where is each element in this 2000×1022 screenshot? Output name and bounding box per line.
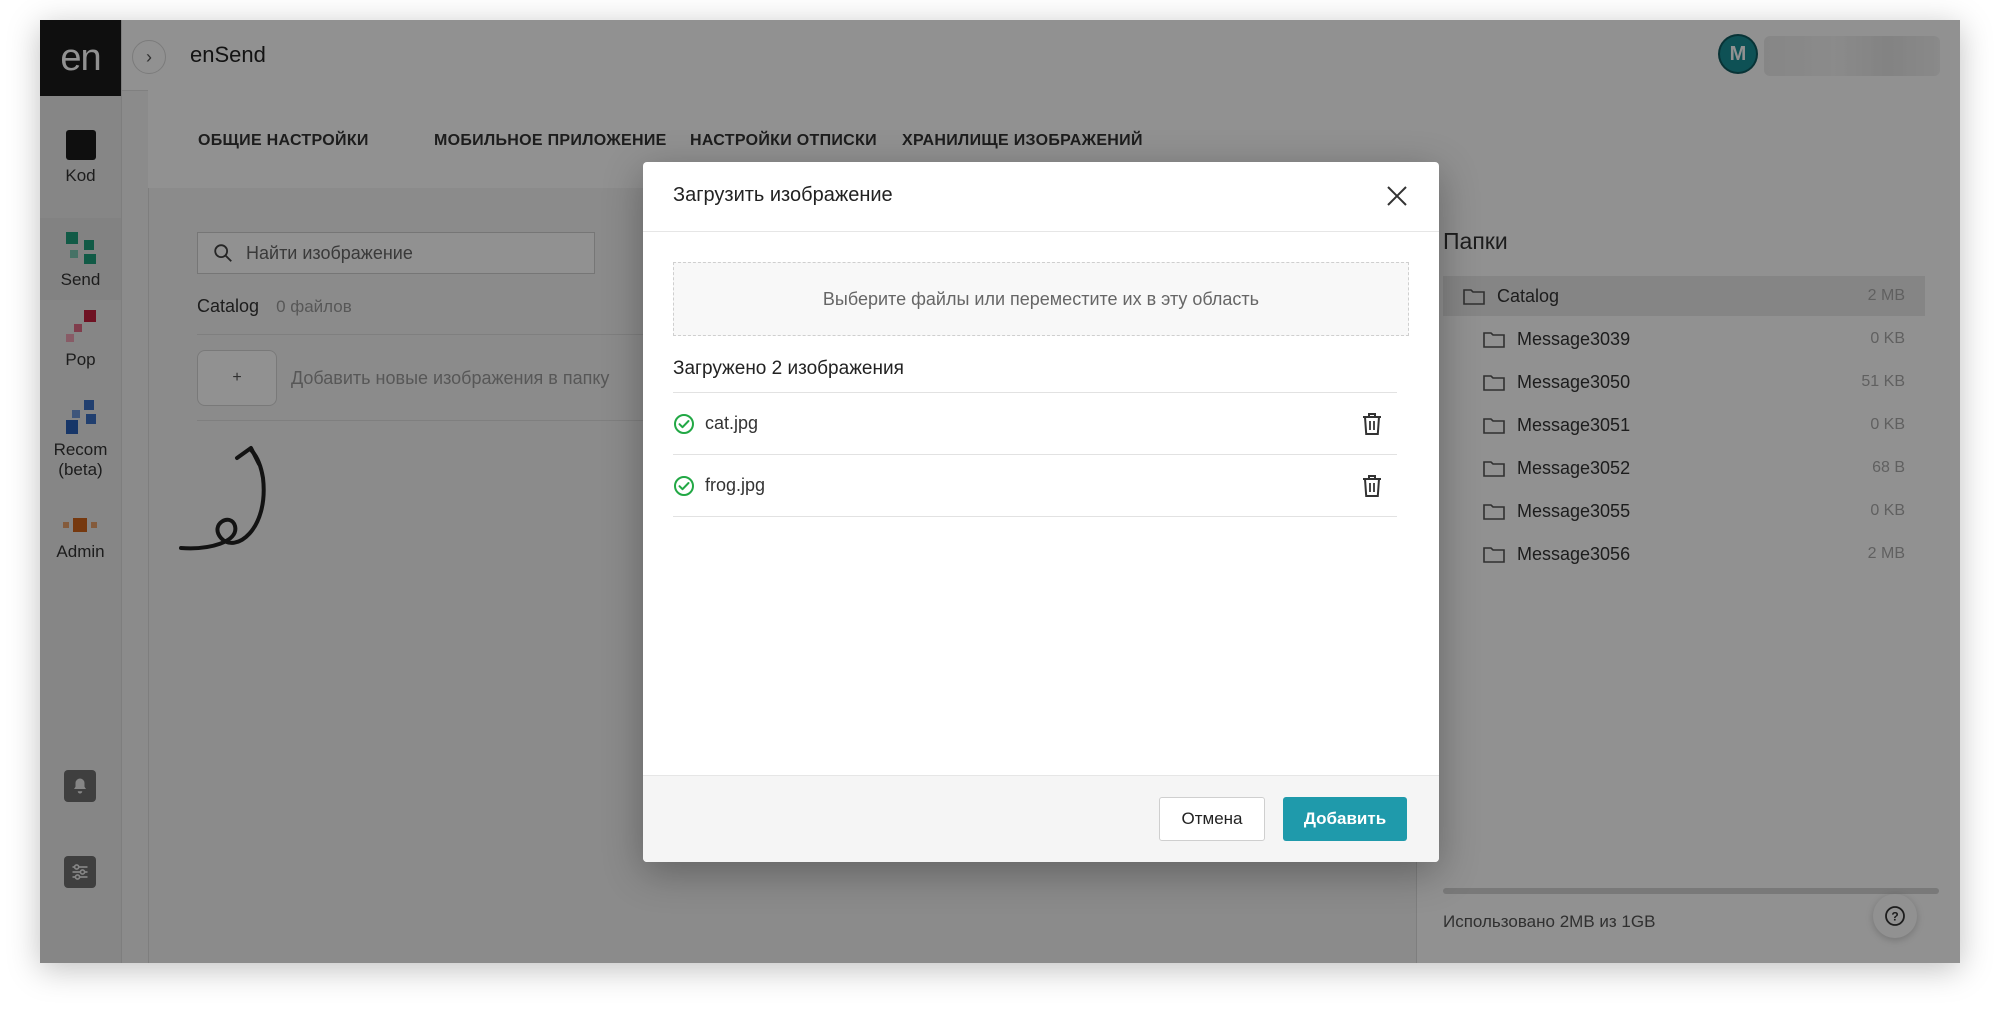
list-item: cat.jpg: [673, 392, 1397, 454]
file-name: frog.jpg: [705, 475, 766, 495]
add-button[interactable]: Добавить: [1283, 797, 1407, 841]
dropzone-text: Выберите файлы или переместите их в эту …: [822, 288, 1260, 309]
list-item: frog.jpg: [673, 454, 1397, 517]
cancel-button[interactable]: Отмена: [1159, 797, 1265, 841]
file-name: cat.jpg: [705, 413, 759, 433]
trash-icon[interactable]: [1361, 412, 1383, 436]
uploaded-count: Загружено 2 изображения: [673, 358, 904, 379]
close-icon[interactable]: [1383, 182, 1411, 210]
dialog-title: Загрузить изображение: [673, 184, 893, 206]
dialog-footer: Отмена Добавить: [643, 775, 1439, 862]
uploaded-file-list: cat.jpg frog.jpg: [673, 392, 1397, 517]
upload-image-dialog: Загрузить изображение Выберите файлы или…: [643, 162, 1439, 862]
dialog-header: Загрузить изображение: [643, 162, 1439, 232]
check-circle-icon: [673, 413, 695, 435]
check-circle-icon: [673, 475, 695, 497]
app-window: en Kod Send Pop Recom (beta) Admin enSen…: [40, 20, 1960, 963]
file-dropzone[interactable]: Выберите файлы или переместите их в эту …: [673, 262, 1409, 336]
trash-icon[interactable]: [1361, 474, 1383, 498]
